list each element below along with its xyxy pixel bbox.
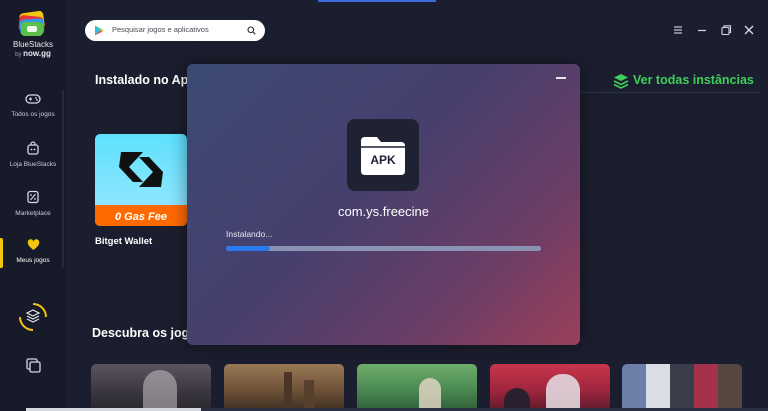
- discover-section-title: Descubra os jog: [92, 326, 190, 340]
- game-thumbnail[interactable]: [622, 364, 742, 411]
- brand-partner: now.gg: [23, 49, 51, 58]
- play-store-icon: [95, 25, 104, 36]
- sidebar-item-label: Marketplace: [15, 210, 51, 217]
- apk-label: APK: [370, 153, 396, 167]
- app-card-bitget-wallet[interactable]: 0 Gas Fee: [95, 134, 187, 226]
- bitget-logo-icon: [119, 152, 163, 187]
- top-accent-strip: [318, 0, 436, 2]
- thumbnail-card: [694, 364, 718, 411]
- thumbnail-card: [670, 364, 694, 411]
- sidebar-item-marketplace[interactable]: Marketplace: [0, 190, 66, 217]
- hamburger-menu-icon[interactable]: [671, 23, 685, 37]
- windows-icon[interactable]: [18, 350, 48, 380]
- install-progress-fill: [226, 246, 271, 251]
- see-all-instances-label: Ver todas instâncias: [633, 73, 754, 87]
- sidebar-item-loja-bluestacks[interactable]: Loja BlueStacks: [0, 141, 66, 168]
- thumbnail-tower: [304, 380, 314, 411]
- sidebar-item-label: Todos os jogos: [11, 111, 55, 118]
- sidebar-item-todos-os-jogos[interactable]: Todos os jogos: [0, 93, 66, 118]
- sidebar-item-label: Meus jogos: [16, 257, 50, 264]
- package-name: com.ys.freecine: [337, 204, 430, 219]
- thumbnail-figure: [419, 378, 441, 411]
- section-divider: [580, 92, 760, 93]
- thumbnail-card: [718, 364, 742, 411]
- thumbnail-tower: [284, 372, 292, 411]
- restore-icon[interactable]: [719, 23, 733, 37]
- thumbnail-figure: [143, 370, 177, 411]
- search-input[interactable]: Pesquisar jogos e aplicativos: [112, 25, 209, 34]
- heart-icon: [27, 239, 39, 250]
- app-card-badge: 0 Gas Fee: [115, 211, 167, 223]
- game-thumbnail[interactable]: [91, 364, 211, 411]
- search-bar[interactable]: Pesquisar jogos e aplicativos: [85, 20, 265, 41]
- multi-instance-icon[interactable]: [18, 302, 48, 332]
- thumbnail-card: [646, 364, 670, 411]
- sidebar-item-label: Loja BlueStacks: [9, 161, 57, 168]
- sidebar-item-meus-jogos[interactable]: Meus jogos: [0, 239, 66, 264]
- game-thumbnail[interactable]: [490, 364, 610, 411]
- thumbnail-card: [622, 364, 646, 411]
- game-thumbnail[interactable]: [224, 364, 344, 411]
- installed-section-title: Instalado no Ap: [95, 73, 189, 87]
- thumbnail-figure: [546, 374, 580, 411]
- game-thumbnail[interactable]: [357, 364, 477, 411]
- layers-icon: [613, 74, 629, 89]
- app-name: Bitget Wallet: [95, 236, 153, 247]
- discount-tag-icon: [27, 190, 39, 204]
- install-progress-bar: [226, 246, 541, 251]
- brand-name: BlueStacks: [12, 40, 54, 49]
- brand-by: by: [15, 52, 22, 58]
- dialog-minimize-button[interactable]: [556, 77, 566, 79]
- install-status: Instalando...: [226, 229, 273, 239]
- apk-file-tile: APK: [347, 119, 419, 191]
- gamepad-icon: [25, 94, 41, 104]
- bluestacks-logo: [18, 10, 45, 36]
- close-icon[interactable]: [742, 23, 756, 37]
- brand-by-line: by now.gg: [0, 49, 66, 58]
- search-icon[interactable]: [247, 26, 256, 35]
- store-bag-icon: [27, 141, 39, 155]
- minimize-icon[interactable]: [695, 23, 709, 37]
- sidebar: BlueStacks by now.gg Todos os jogos Loja…: [0, 0, 66, 411]
- install-dialog: APK com.ys.freecine Instalando...: [187, 64, 580, 345]
